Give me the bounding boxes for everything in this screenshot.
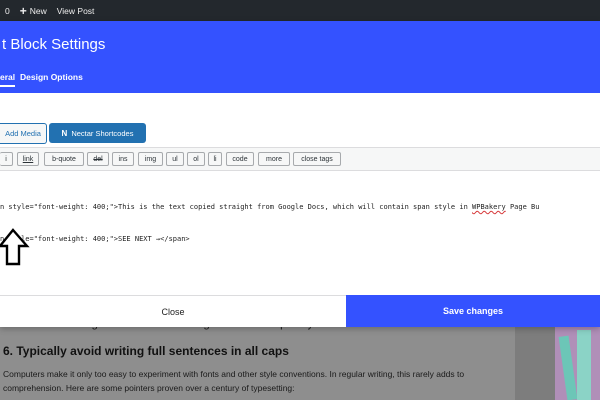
tab-design-options[interactable]: Design Options [20,72,83,82]
close-button[interactable]: Close [0,295,346,327]
qt-ul-button[interactable]: ul [166,152,184,166]
qt-li-button[interactable]: li [208,152,222,166]
qt-more-button[interactable]: more [258,152,290,166]
nectar-shortcodes-label: Nectar Shortcodes [71,128,134,138]
qt-link-button[interactable]: link [17,152,39,166]
admin-bar: 0 + New View Post [0,0,600,21]
tab-general[interactable]: eral [0,72,16,87]
paragraph: Computers make it only too easy to exper… [3,369,465,393]
admin-bar-counter[interactable]: 0 [5,6,10,16]
nectar-shortcodes-button[interactable]: N Nectar Shortcodes [49,123,146,143]
view-post-link[interactable]: View Post [57,6,95,16]
code-line-1-end: Page Bu [505,203,540,211]
save-changes-button[interactable]: Save changes [346,295,600,327]
plus-icon: + [19,3,27,18]
qt-italic-button[interactable]: i [0,152,13,166]
new-label: New [29,5,47,16]
qt-code-button[interactable]: code [226,152,254,166]
new-menu[interactable]: + New [20,5,47,17]
heading-6: 6. Typically avoid writing full sentence… [3,344,289,358]
text-editor[interactable]: i link b-quote del ins img ul ol li code… [0,147,600,297]
qt-img-button[interactable]: img [138,152,163,166]
nectar-icon: N [61,128,68,138]
block-settings-modal: t Block Settings eral Design Options Add… [0,21,600,327]
sidebar-image [555,322,600,400]
qt-bquote-button[interactable]: b-quote [44,152,84,166]
qt-ins-button[interactable]: ins [112,152,134,166]
modal-title: t Block Settings [2,36,106,53]
qt-close-tags-button[interactable]: close tags [293,152,341,166]
qt-del-button[interactable]: del [87,152,109,166]
qt-ol-button[interactable]: ol [187,152,205,166]
code-line-1-text: n style="font-weight: 400;">This is the … [0,203,473,211]
misspelled-word: WPBakery [472,203,506,211]
modal-footer: Close Save changes [0,295,600,327]
quicktags-toolbar: i link b-quote del ins img ul ol li code… [0,148,600,171]
code-line-1: n style="font-weight: 400;">This is the … [0,203,539,211]
up-arrow-icon [0,228,30,266]
modal-header: t Block Settings eral Design Options [0,21,600,93]
add-media-button[interactable]: Add Media [0,123,47,144]
